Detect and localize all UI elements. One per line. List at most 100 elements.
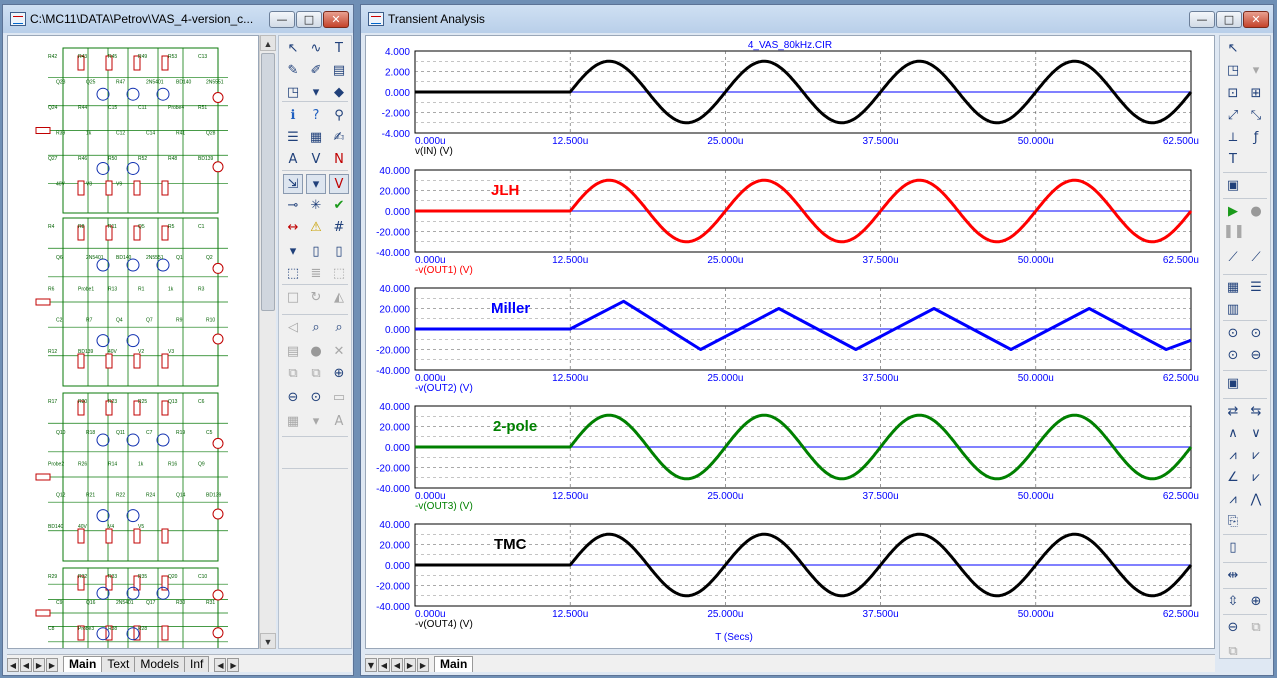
close-button[interactable]: ✕: [323, 11, 349, 28]
input-resistor[interactable]: [35, 127, 51, 134]
page-icon[interactable]: ▯: [306, 242, 326, 262]
stop-icon[interactable]: ●: [1246, 202, 1266, 222]
component-icon[interactable]: ◳: [1223, 61, 1243, 81]
dropdown-icon[interactable]: ▾: [1246, 61, 1266, 81]
stop-icon[interactable]: ●: [306, 342, 326, 362]
flip-h-icon[interactable]: ◭: [329, 288, 349, 308]
circuit-stage-1[interactable]: R42 R43 R45 R49 R53 C13 Q23 Q25 R47 2N5401 BD140 2N…: [35, 47, 228, 214]
global-high-icon[interactable]: ⩗: [1246, 468, 1266, 488]
scroll-down-arrow[interactable]: ▼: [260, 633, 276, 649]
table2-icon[interactable]: ☰: [1246, 278, 1266, 298]
next-page-icon[interactable]: ▶: [33, 658, 45, 672]
node-a-icon[interactable]: A: [283, 150, 303, 170]
arrow-down-icon[interactable]: ▾: [306, 83, 326, 103]
chart-panel-5[interactable]: 40.00020.0000.000-20.000-40.0000.000u 12.…: [376, 520, 1199, 630]
scale-y-icon[interactable]: ⇳: [1223, 592, 1243, 612]
tab-models[interactable]: Models: [134, 656, 186, 672]
transient-plots[interactable]: 4_VAS_80kHz.CIR T (Secs) 4.000 2.000 0.000…: [366, 36, 1215, 649]
page-icon2[interactable]: ▯: [329, 242, 349, 262]
schematic-vertical-scrollbar[interactable]: ▲ ▼: [259, 35, 276, 649]
pencil-icon[interactable]: ✎: [283, 61, 303, 81]
cursor-left-icon[interactable]: ⟋: [1223, 248, 1243, 268]
next-page-icon[interactable]: ▶: [404, 658, 416, 672]
circuit-stage-2[interactable]: R4 R8 R11 Q5 R5 C1 Q6 2N5401 BD140 2N5551 Q1 Q2 R6 Pr…: [35, 217, 228, 387]
transistor[interactable]: [96, 334, 110, 348]
slope-icon[interactable]: ⇄: [1223, 402, 1243, 422]
grid-arrow-icon[interactable]: ▾: [283, 242, 303, 262]
voltage-source[interactable]: [212, 627, 224, 639]
paste-icon[interactable]: ⎘: [1223, 512, 1243, 532]
inflection-icon[interactable]: ∠: [1223, 468, 1243, 488]
select-arrow-icon[interactable]: ↖: [1223, 39, 1243, 59]
transistor[interactable]: [126, 334, 140, 348]
probe-v-icon[interactable]: V: [329, 174, 349, 194]
tab-text[interactable]: Text: [101, 656, 136, 672]
close-button[interactable]: ✕: [1243, 11, 1269, 28]
tab-scroll-left-icon[interactable]: ◀: [214, 658, 227, 672]
page-select-icon[interactable]: ⬚: [283, 264, 303, 284]
first-page-icon[interactable]: ◀: [7, 658, 19, 672]
input-resistor[interactable]: [35, 473, 51, 481]
transistor[interactable]: [96, 509, 110, 523]
check-icon[interactable]: ✔: [329, 196, 349, 216]
resistor[interactable]: [77, 353, 85, 369]
transistor[interactable]: [126, 87, 140, 101]
level-icon[interactable]: ⇆: [1246, 402, 1266, 422]
zoom-out-icon[interactable]: ⊖: [1223, 618, 1243, 638]
resistor[interactable]: [133, 528, 141, 544]
peak-icon[interactable]: ∧: [1223, 424, 1243, 444]
find-high-icon[interactable]: ⊙: [1223, 346, 1243, 366]
prev-page-icon[interactable]: ◀: [20, 658, 32, 672]
transistor[interactable]: [126, 433, 140, 447]
tab-scroll-right-icon[interactable]: ▶: [227, 658, 240, 672]
transistor[interactable]: [96, 87, 110, 101]
find-next-icon[interactable]: ⌕: [329, 318, 349, 338]
rotate-icon[interactable]: ↻: [306, 288, 326, 308]
tab-main[interactable]: Main: [63, 656, 103, 672]
voltage-source[interactable]: [212, 508, 224, 520]
zoom-in-icon[interactable]: ⊕: [1246, 592, 1266, 612]
node-av-icon[interactable]: V: [306, 150, 326, 170]
circuit-stage-4[interactable]: R29 R32 R33 R35 Q20 C10 C9 Q16 2N5401 Q17 R30 R31 C8…: [35, 567, 228, 649]
chart-panel-2[interactable]: 40.00020.0000.000-20.000-40.0000.000u 12.…: [376, 166, 1199, 276]
resistor[interactable]: [161, 625, 169, 641]
resistor[interactable]: [105, 353, 113, 369]
find-icon[interactable]: ⌕: [306, 318, 326, 338]
transistor[interactable]: [126, 509, 140, 523]
circuit-stage-3[interactable]: R17 R20 R23 R25 Q13 C6 Q10 R18 Q11 C7 R19 C5 Probe2 R…: [35, 392, 228, 562]
graph-icon[interactable]: ⊞: [1246, 84, 1266, 104]
table3-icon[interactable]: ▥: [1223, 300, 1243, 320]
transistor[interactable]: [156, 87, 170, 101]
schematic-window[interactable]: C:\MC11\DATA\Petrov\VAS_4-version_c... —…: [2, 4, 354, 676]
page-icon3[interactable]: ▭: [329, 388, 349, 408]
maximize-button[interactable]: □: [1216, 11, 1242, 28]
transistor[interactable]: [96, 161, 110, 175]
brush-icon[interactable]: ✐: [306, 61, 326, 81]
voltage-source[interactable]: [212, 161, 224, 173]
component-icon[interactable]: ◳: [283, 83, 303, 103]
pause-icon[interactable]: ❚❚: [1223, 222, 1245, 242]
find-low-icon[interactable]: ⊖: [1246, 346, 1266, 366]
page-icon[interactable]: ▯: [1223, 538, 1243, 558]
binoculars-icon[interactable]: ⚲: [329, 106, 349, 126]
chart-panel-4[interactable]: 40.00020.0000.000-20.000-40.0000.000u 12.…: [376, 402, 1199, 512]
schematic-canvas[interactable]: R42 R43 R45 R49 R53 C13 Q23 Q25 R47 2N5401 BD140 2N…: [7, 35, 259, 649]
square-icon[interactable]: □: [283, 288, 303, 308]
dropdown-icon[interactable]: ▼: [365, 658, 377, 672]
resistor[interactable]: [105, 528, 113, 544]
transistor[interactable]: [96, 586, 110, 600]
voltage-source[interactable]: [212, 589, 224, 601]
schematic-titlebar[interactable]: C:\MC11\DATA\Petrov\VAS_4-version_c... —…: [3, 5, 353, 33]
resistor[interactable]: [133, 353, 141, 369]
valley-icon[interactable]: ∨: [1246, 424, 1266, 444]
copy-icon[interactable]: ⧉: [1246, 618, 1266, 638]
resize-icon[interactable]: ⇲: [283, 174, 303, 194]
function-icon[interactable]: ƒ: [1246, 128, 1266, 148]
wire-icon[interactable]: ∿: [306, 39, 326, 59]
plot-area[interactable]: 4_VAS_80kHz.CIR T (Secs) 4.000 2.000 0.000…: [365, 35, 1215, 649]
minimize-button[interactable]: —: [1189, 11, 1215, 28]
info-icon[interactable]: ℹ: [283, 106, 303, 126]
node-n-icon[interactable]: N: [329, 150, 349, 170]
resistor[interactable]: [77, 180, 85, 196]
maximize-button[interactable]: □: [296, 11, 322, 28]
